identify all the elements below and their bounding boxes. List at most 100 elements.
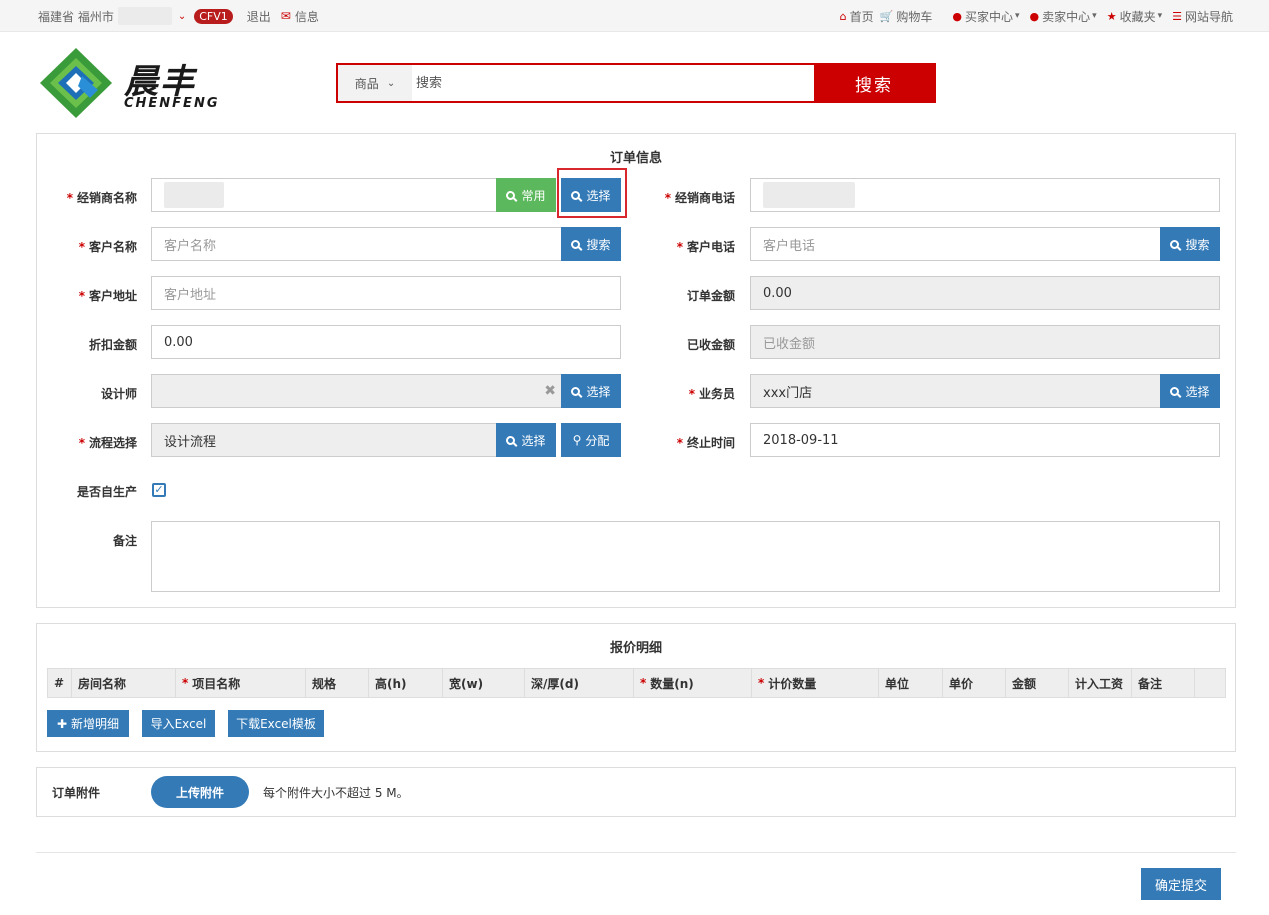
chenfeng-logo-icon <box>40 48 112 118</box>
assign-process-button[interactable]: ⚲ 分配 <box>561 423 621 457</box>
top-bar: 福建省 福州市 ⌄ CFV1 退出 ✉ 信息 ⌂ 首页 🛒 购物车 ● 买家中心… <box>0 0 1269 32</box>
self-production-label: 是否自生产 <box>76 485 137 499</box>
search-icon <box>1170 239 1180 249</box>
download-template-button[interactable]: 下载Excel模板 <box>228 710 324 737</box>
header: 晨丰 CHENFENG 商品 ⌄ 搜索 <box>0 32 1269 132</box>
redacted-city-detail <box>117 7 172 25</box>
logo[interactable]: 晨丰 CHENFENG <box>38 46 238 120</box>
quote-table-header: # 房间名称 * 项目名称 规格 高(h) 宽(w) 深/厚(d) * 数量(n) … <box>47 668 1226 698</box>
customer-phone-input[interactable]: 客户电话 <box>750 227 1162 261</box>
customer-name-input[interactable]: 客户名称 <box>151 227 563 261</box>
order-amount-field: 0.00 <box>750 276 1220 310</box>
nav-home[interactable]: ⌂ 首页 <box>840 8 874 25</box>
chevron-down-icon[interactable]: ⌄ <box>178 11 186 22</box>
dealer-name-label: * 经销商名称 <box>66 191 137 205</box>
col-item-name: * 项目名称 <box>176 669 306 697</box>
import-excel-button[interactable]: 导入Excel <box>142 710 215 737</box>
order-info-panel: 订单信息 * 经销商名称 常用 选择 * 经销商电话 * 客户名称 客户名称 搜索 *… <box>36 133 1236 608</box>
received-amount-field: 已收金额 <box>750 325 1220 359</box>
select-designer-button[interactable]: 选择 <box>561 374 621 408</box>
received-amount-label: 已收金额 <box>686 338 735 352</box>
nav-buyer-label: 买家中心 <box>964 9 1013 24</box>
remark-textarea[interactable] <box>151 521 1220 592</box>
chevron-down-icon: ▾ <box>1157 11 1163 21</box>
select-salesman-button[interactable]: 选择 <box>1160 374 1220 408</box>
process-label: * 流程选择 <box>78 436 137 450</box>
dealer-name-field[interactable] <box>151 178 497 212</box>
col-unit-price: 单价 <box>943 669 1006 697</box>
location-bar: 福建省 福州市 ⌄ CFV1 退出 ✉ 信息 <box>38 0 319 32</box>
submit-button[interactable]: 确定提交 <box>1141 868 1221 900</box>
designer-label: 设计师 <box>100 387 137 401</box>
nav-seller-label: 卖家中心 <box>1042 9 1091 24</box>
nav-site-map[interactable]: ☰ 网站导航 <box>1172 8 1233 25</box>
user-level-badge: CFV1 <box>194 8 233 24</box>
sitemap-icon: ⚲ <box>572 433 582 447</box>
salesman-field: xxx门店 <box>750 374 1162 408</box>
nav-seller-center[interactable]: ● 卖家中心 ▾ <box>1030 8 1097 25</box>
end-date-label: * 终止时间 <box>676 436 735 450</box>
region-text: 福建省 福州市 <box>38 9 114 24</box>
home-icon: ⌂ <box>839 9 847 23</box>
nav-favorites[interactable]: ★ 收藏夹 ▾ <box>1107 8 1162 25</box>
chevron-down-icon: ⌄ <box>386 77 396 89</box>
search-icon <box>571 239 581 249</box>
chevron-down-icon: ▾ <box>1092 11 1097 21</box>
cart-icon: 🛒 <box>879 9 894 23</box>
highlight-box <box>557 168 627 218</box>
search-icon <box>506 190 516 200</box>
search-icon <box>506 435 516 445</box>
search-phone-button[interactable]: 搜索 <box>1160 227 1220 261</box>
customer-address-label: * 客户地址 <box>78 289 137 303</box>
col-pricing-quantity: * 计价数量 <box>752 669 879 697</box>
col-remark: 备注 <box>1132 669 1195 697</box>
chevron-down-icon: ▾ <box>1015 11 1020 21</box>
clear-icon[interactable]: ✖ <box>544 383 556 399</box>
self-production-checkbox[interactable]: ✓ <box>152 483 166 497</box>
quote-detail-title: 报价明细 <box>609 641 662 656</box>
logo-english-text: CHENFENG <box>124 96 220 111</box>
search-icon <box>1170 386 1180 396</box>
star-icon: ★ <box>1106 9 1117 23</box>
user-icon: ● <box>952 9 962 23</box>
customer-address-input[interactable]: 客户地址 <box>151 276 621 310</box>
nav-home-label: 首页 <box>849 9 874 24</box>
search-category-label: 商品 <box>354 76 379 91</box>
select-process-button[interactable]: 选择 <box>496 423 556 457</box>
search-customer-button[interactable]: 搜索 <box>561 227 621 261</box>
mail-icon: ✉ <box>280 9 291 23</box>
upload-attachment-button[interactable]: 上传附件 <box>151 776 249 808</box>
col-quantity: * 数量(n) <box>634 669 752 697</box>
customer-name-label: * 客户名称 <box>78 240 137 254</box>
nav-buyer-center[interactable]: ● 买家中心 ▾ <box>952 8 1019 25</box>
add-detail-button[interactable]: ✚ 新增明细 <box>47 710 129 737</box>
top-nav: ⌂ 首页 🛒 购物车 ● 买家中心 ▾ ● 卖家中心 ▾ ★ 收藏夹 ▾ ☰ 网… <box>830 0 1233 32</box>
col-wage: 计入工资 <box>1069 669 1132 697</box>
dealer-phone-label: * 经销商电话 <box>664 191 735 205</box>
search-button[interactable]: 搜索 <box>814 65 934 101</box>
common-dealers-button[interactable]: 常用 <box>496 178 556 212</box>
attachment-panel: 订单附件 上传附件 每个附件大小不超过 5 M。 <box>36 767 1236 817</box>
col-height: 高(h) <box>369 669 443 697</box>
quote-detail-panel: 报价明细 # 房间名称 * 项目名称 规格 高(h) 宽(w) 深/厚(d) * 数… <box>36 623 1236 752</box>
col-spec: 规格 <box>306 669 369 697</box>
nav-cart[interactable]: 🛒 购物车 <box>880 8 933 25</box>
logout-link[interactable]: 退出 <box>247 8 271 25</box>
customer-phone-label: * 客户电话 <box>676 240 735 254</box>
col-depth: 深/厚(d) <box>525 669 634 697</box>
search-input[interactable] <box>412 65 814 101</box>
redacted-dealer-phone <box>763 182 855 208</box>
attachment-label: 订单附件 <box>52 786 101 800</box>
attachment-size-note: 每个附件大小不超过 5 M。 <box>263 786 409 800</box>
search-category-select[interactable]: 商品 ⌄ <box>338 65 412 101</box>
discount-amount-input[interactable]: 0.00 <box>151 325 621 359</box>
user-icon: ● <box>1029 9 1040 23</box>
col-scroll-spacer <box>1195 669 1219 697</box>
end-date-input[interactable]: 2018-09-11 <box>750 423 1220 457</box>
message-link[interactable]: 信息 <box>295 8 319 25</box>
nav-cart-label: 购物车 <box>896 9 933 24</box>
redacted-dealer-name <box>164 182 224 208</box>
dealer-phone-field[interactable] <box>750 178 1220 212</box>
plus-icon: ✚ <box>56 716 68 731</box>
discount-amount-label: 折扣金额 <box>88 338 137 352</box>
